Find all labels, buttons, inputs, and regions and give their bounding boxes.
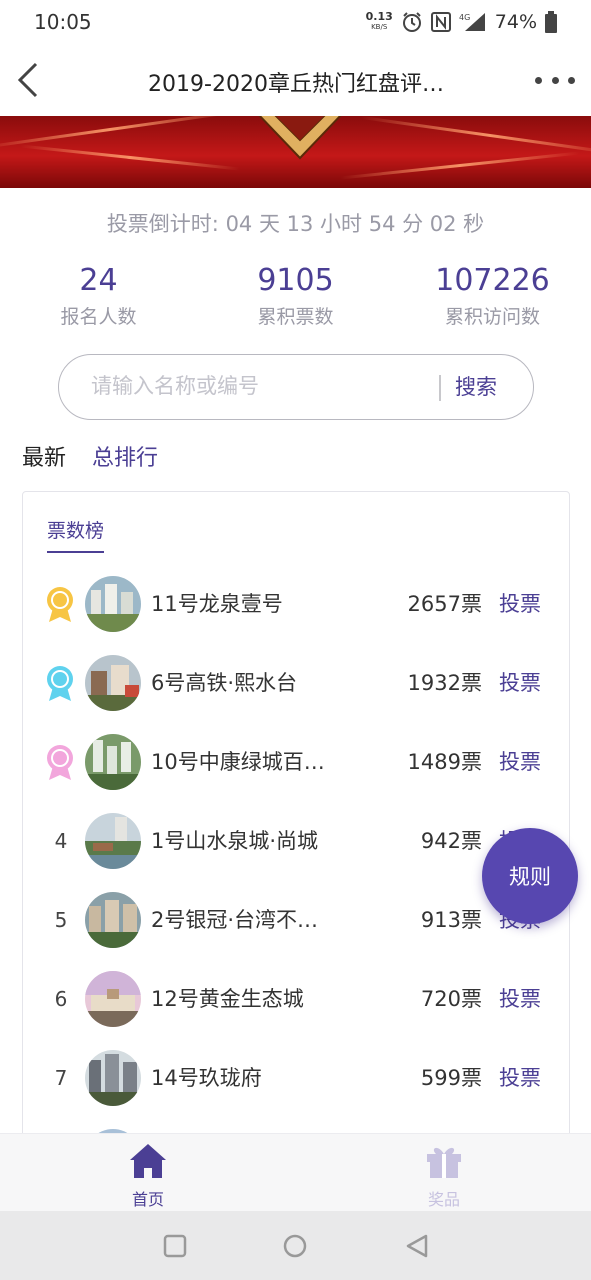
stat-label: 累积票数 <box>257 306 334 328</box>
recent-apps-icon[interactable] <box>160 1231 190 1261</box>
trophy-emblem-icon <box>258 116 342 160</box>
property-name: 2号银冠·台湾不… <box>151 908 319 932</box>
battery-percent: 74% <box>494 11 537 33</box>
property-thumbnail[interactable] <box>85 655 141 711</box>
tabbar-home-label: 首页 <box>131 1190 164 1209</box>
net-speed: 0.13 KB/S <box>366 11 393 33</box>
back-arrow-icon[interactable] <box>14 60 42 100</box>
property-thumbnail[interactable] <box>85 892 141 948</box>
search-input[interactable] <box>91 369 431 403</box>
list-tabs: 最新 总排行 <box>22 440 158 474</box>
stat-value: 24 <box>79 263 118 298</box>
vote-count: 2657票 <box>407 592 482 616</box>
property-name: 12号黄金生态城 <box>151 987 304 1011</box>
banner-image <box>0 116 591 188</box>
status-icons: 0.13 KB/S 4G 74% <box>366 8 557 36</box>
stat-registrants: 24 报名人数 <box>0 262 197 329</box>
ranking-row: 10号中康绿城百… 1489票 投票 <box>23 722 569 801</box>
ranking-card: 票数榜 11号龙泉壹号 2657票 投票 6号高铁·熙水台 1932票 投票 1… <box>22 491 570 1151</box>
vote-button[interactable]: 投票 <box>499 667 541 697</box>
vote-count: 720票 <box>420 987 482 1011</box>
stat-total-visits: 107226 累积访问数 <box>394 262 591 329</box>
rank-number: 5 <box>54 908 68 932</box>
ranking-row: 7 14号玖珑府 599票 投票 <box>23 1038 569 1117</box>
vote-count: 1489票 <box>407 750 482 774</box>
battery-icon <box>545 11 557 33</box>
svg-text:4G: 4G <box>459 13 470 22</box>
property-name: 1号山水泉城·尚城 <box>151 829 319 853</box>
rules-button[interactable]: 规则 <box>482 828 578 924</box>
bronze-medal-icon <box>47 745 73 780</box>
ranking-row: 6号高铁·熙水台 1932票 投票 <box>23 643 569 722</box>
tabbar-prize[interactable]: 奖品 <box>384 1142 504 1210</box>
stat-label: 累积访问数 <box>444 306 540 328</box>
rank-number: 7 <box>54 1066 68 1090</box>
status-bar: 10:05 0.13 KB/S 4G 74% <box>0 0 591 44</box>
stat-value: 9105 <box>257 263 334 298</box>
signal-4g-icon: 4G <box>459 13 485 31</box>
property-thumbnail[interactable] <box>85 734 141 790</box>
system-nav-bar <box>0 1211 591 1280</box>
net-speed-unit: KB/S <box>371 23 388 31</box>
search-divider <box>439 375 441 401</box>
stat-label: 报名人数 <box>60 306 137 328</box>
stat-value: 107226 <box>435 263 550 298</box>
vote-count: 913票 <box>420 908 482 932</box>
alarm-icon <box>402 12 421 32</box>
ranking-title[interactable]: 票数榜 <box>47 516 105 553</box>
gold-medal-icon <box>47 587 73 622</box>
home-circle-icon[interactable] <box>280 1231 310 1261</box>
nav-bar: 2019-2020章丘热门红盘评… <box>0 44 591 116</box>
search-button[interactable]: 搜索 <box>455 371 497 401</box>
gift-icon <box>427 1147 461 1178</box>
property-thumbnail[interactable] <box>85 1050 141 1106</box>
search-bar: 搜索 <box>58 354 534 420</box>
vote-button[interactable]: 投票 <box>499 746 541 776</box>
vote-button[interactable]: 投票 <box>499 588 541 618</box>
back-triangle-icon[interactable] <box>402 1231 432 1261</box>
ranking-row: 6 12号黄金生态城 720票 投票 <box>23 959 569 1038</box>
tab-newest[interactable]: 最新 <box>22 440 66 474</box>
vote-count: 1932票 <box>407 671 482 695</box>
page-title: 2019-2020章丘热门红盘评… <box>148 72 444 97</box>
stat-total-votes: 9105 累积票数 <box>197 262 394 329</box>
status-time: 10:05 <box>34 10 92 34</box>
property-thumbnail[interactable] <box>85 813 141 869</box>
nfc-icon <box>430 12 451 32</box>
stats-panel: 24 报名人数 9105 累积票数 107226 累积访问数 <box>0 262 591 336</box>
silver-medal-icon <box>47 666 73 701</box>
home-icon <box>130 1144 166 1178</box>
vote-countdown: 投票倒计时: 04 天 13 小时 54 分 02 秒 <box>106 212 485 236</box>
tabbar-home[interactable]: 首页 <box>88 1142 208 1210</box>
property-name: 11号龙泉壹号 <box>151 592 283 616</box>
tab-total-rank[interactable]: 总排行 <box>92 440 158 474</box>
rank-number: 6 <box>54 987 68 1011</box>
vote-count: 942票 <box>420 829 482 853</box>
tabbar-prize-label: 奖品 <box>427 1190 460 1209</box>
more-menu-icon[interactable] <box>535 68 575 92</box>
property-thumbnail[interactable] <box>85 576 141 632</box>
property-name: 6号高铁·熙水台 <box>151 671 298 695</box>
vote-count: 599票 <box>420 1066 482 1090</box>
rank-number: 4 <box>54 829 68 853</box>
property-name: 14号玖珑府 <box>151 1066 262 1090</box>
vote-button[interactable]: 投票 <box>499 1062 541 1092</box>
property-name: 10号中康绿城百… <box>151 750 325 774</box>
bottom-tab-bar: 首页 奖品 <box>0 1133 591 1211</box>
property-thumbnail[interactable] <box>85 971 141 1027</box>
ranking-row: 11号龙泉壹号 2657票 投票 <box>23 564 569 643</box>
vote-button[interactable]: 投票 <box>499 983 541 1013</box>
